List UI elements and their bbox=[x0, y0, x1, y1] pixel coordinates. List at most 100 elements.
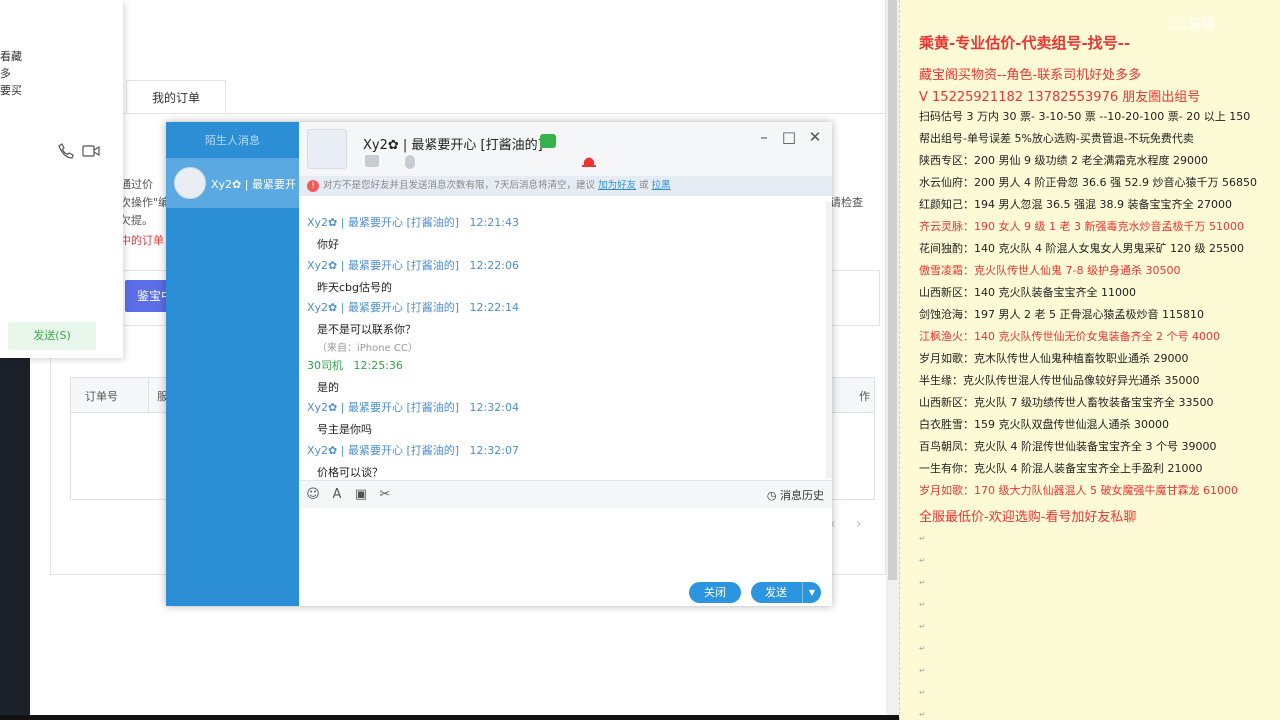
alarm-icon[interactable] bbox=[581, 153, 597, 167]
note-line: 半生缘：克火队传世混人传世仙品像较好异光通杀 35000 bbox=[919, 374, 1200, 387]
message-meta: Xy2✿ | 最紧要开心 [打酱油的] 12:22:14 bbox=[307, 299, 519, 315]
message-item: 30司机 12:25:36 是的 bbox=[307, 357, 403, 395]
note-line: 陕西专区：200 男仙 9 级功绩 2 老全满霜克水程度 29000 bbox=[919, 154, 1208, 167]
folder-icon[interactable] bbox=[365, 155, 379, 167]
paragraph-mark: ↵ bbox=[919, 600, 926, 609]
video-call-icon[interactable] bbox=[82, 144, 100, 158]
phone-icon[interactable] bbox=[58, 143, 74, 159]
paragraph-mark: ↵ bbox=[919, 666, 926, 675]
add-friend-link[interactable]: 加为好友 bbox=[598, 180, 636, 191]
pager-next[interactable]: › bbox=[856, 516, 862, 532]
note-line: 红颜知己：194 男人忽混 36.5 强混 38.9 装备宝宝齐全 27000 bbox=[919, 198, 1232, 211]
clock-icon: ◷ bbox=[766, 489, 777, 502]
message-sender: Xy2✿ | 最紧要开心 [打酱油的] bbox=[307, 401, 460, 414]
message-input[interactable] bbox=[299, 508, 832, 580]
message-sender: Xy2✿ | 最紧要开心 [打酱油的] bbox=[307, 259, 460, 272]
message-time: 12:25:36 bbox=[353, 359, 403, 372]
message-text: 价格可以谈？ bbox=[317, 466, 383, 478]
page-scrollbar-thumb[interactable] bbox=[888, 0, 897, 580]
scissors-icon[interactable]: ✂ bbox=[377, 487, 393, 503]
paragraph-mark: ↵ bbox=[919, 688, 926, 697]
note-line: 花间独酌：140 克火队 4 阶混人女鬼女人男鬼采矿 120 级 25500 bbox=[919, 242, 1244, 255]
note-line: 齐云灵脉：190 女人 9 级 1 老 3 新强毒克水炒音孟极千万 51000 bbox=[919, 220, 1244, 233]
image-icon[interactable]: ▣ bbox=[353, 487, 369, 503]
note-line: 扫码估号 3 万内 30 票- 3-10-50 票 --10-20-100 票-… bbox=[919, 110, 1251, 123]
paragraph-mark: ↵ bbox=[919, 556, 926, 565]
note-line: 剑蚀沧海：197 男人 2 老 5 正骨混心猿孟极炒音 115810 bbox=[919, 308, 1204, 321]
note-line: 岁月如歌：170 级大力队仙器混人 5 破女魔强牛魔甘霖龙 61000 bbox=[919, 484, 1238, 497]
tab-divider bbox=[50, 113, 886, 114]
contact-text-line: 要买 bbox=[0, 84, 22, 97]
message-item: Xy2✿ | 最紧要开心 [打酱油的] 12:22:14 是不是可以联系你？ （… bbox=[307, 299, 519, 354]
notice-line: 次操作"编 bbox=[120, 196, 170, 209]
notice-line: 通过价 bbox=[120, 178, 153, 191]
message-item: Xy2✿ | 最紧要开心 [打酱油的] 12:22:06 昨天cbg估号的 bbox=[307, 257, 519, 295]
message-history-button[interactable]: ◷ 消息历史 bbox=[767, 487, 824, 503]
close-window-button[interactable]: ✕ bbox=[805, 127, 825, 147]
column-separator bbox=[148, 377, 149, 413]
message-meta: Xy2✿ | 最紧要开心 [打酱油的] 12:32:04 bbox=[307, 399, 519, 415]
close-button[interactable]: 关闭 bbox=[689, 582, 741, 603]
conversation-item[interactable]: Xy2✿ | 最紧要开... bbox=[166, 158, 299, 208]
message-source: （来自：iPhone CC） bbox=[317, 343, 418, 354]
right-hint-text: 请检查 bbox=[830, 196, 863, 209]
avatar bbox=[174, 167, 206, 199]
block-link[interactable]: 拉黑 bbox=[652, 180, 671, 191]
column-header-order-id: 订单号 bbox=[85, 390, 118, 403]
note-line: 一生有你：克火队 4 阶混人装备宝宝齐全上手盈利 21000 bbox=[919, 462, 1203, 475]
message-item: Xy2✿ | 最紧要开心 [打酱油的] 12:21:43 你好 bbox=[307, 214, 519, 252]
chat-title: Xy2✿ | 最紧要开心 [打酱油的] bbox=[363, 138, 543, 153]
sidebar-title: 陌生人消息 bbox=[205, 134, 260, 147]
notice-red-text: 中的订单 bbox=[120, 234, 164, 247]
note-line: 岁月如歌：克木队传世人仙鬼种植畜牧职业通杀 29000 bbox=[919, 352, 1189, 365]
history-label: 消息历史 bbox=[780, 489, 824, 502]
message-scrollbar[interactable] bbox=[826, 202, 832, 478]
notes-panel-border bbox=[899, 0, 900, 720]
note-line: 藏宝阁买物资--角色-联系司机好处多多 bbox=[919, 68, 1142, 83]
chat-sidebar: 陌生人消息 Xy2✿ | 最紧要开... bbox=[166, 122, 299, 606]
message-text: 你好 bbox=[317, 238, 339, 251]
message-item: Xy2✿ | 最紧要开心 [打酱油的] 12:32:07 价格可以谈？ bbox=[307, 442, 519, 478]
message-meta: 30司机 12:25:36 bbox=[307, 357, 403, 373]
paragraph-mark: ↵ bbox=[919, 534, 926, 543]
font-icon[interactable]: A bbox=[329, 487, 345, 503]
message-meta: Xy2✿ | 最紧要开心 [打酱油的] 12:22:06 bbox=[307, 257, 519, 273]
stream-watermark: CC直播 bbox=[1168, 17, 1216, 33]
maximize-button[interactable]: □ bbox=[779, 127, 799, 147]
warning-or-text: 或 bbox=[639, 180, 649, 191]
chat-header: Xy2✿ | 最紧要开心 [打酱油的] – □ ✕ bbox=[299, 122, 832, 176]
chat-main: Xy2✿ | 最紧要开心 [打酱油的] – □ ✕ ! 对方不是您好友并且发送消… bbox=[299, 122, 832, 606]
message-meta: Xy2✿ | 最紧要开心 [打酱油的] 12:21:43 bbox=[307, 214, 519, 230]
avatar[interactable] bbox=[307, 129, 347, 169]
paragraph-mark: ↵ bbox=[919, 578, 926, 587]
message-sender: Xy2✿ | 最紧要开心 [打酱油的] bbox=[307, 301, 460, 314]
message-time: 12:22:14 bbox=[469, 301, 519, 314]
bottom-edge bbox=[0, 715, 899, 720]
contact-panel: 看藏 多 要买 发送(S) bbox=[0, 0, 123, 358]
chat-window: 陌生人消息 Xy2✿ | 最紧要开... Xy2✿ | 最紧要开心 [打酱油的]… bbox=[166, 122, 832, 606]
warning-icon: ! bbox=[307, 180, 319, 192]
input-toolbar: ☺ A ▣ ✂ ◷ 消息历史 bbox=[299, 480, 832, 508]
paragraph-mark: ↵ bbox=[919, 644, 926, 653]
note-line: 帮出组号-单号误差 5%放心选购-买贵管退-不玩免费代卖 bbox=[919, 132, 1194, 145]
emoji-icon[interactable]: ☺ bbox=[305, 487, 321, 503]
send-options-chevron-down-icon[interactable]: ▼ bbox=[802, 582, 821, 603]
notice-line: 欠提。 bbox=[120, 214, 153, 227]
message-sender: Xy2✿ | 最紧要开心 [打酱油的] bbox=[307, 444, 460, 457]
tab-my-orders[interactable]: 我的订单 bbox=[126, 80, 226, 114]
note-line: 江枫渔火：140 克火队传世仙无价女鬼装备齐全 2 个号 4000 bbox=[919, 330, 1220, 343]
note-line: 白衣胜雪：159 克火队双盘传世仙混人通杀 30000 bbox=[919, 418, 1169, 431]
notes-title: 乘黄-专业估价-代卖组号-找号-- bbox=[919, 34, 1131, 52]
warning-text: 对方不是您好友并且发送消息次数有限，7天后消息将清空，建议 bbox=[323, 180, 596, 191]
send-button[interactable]: 发送(S) bbox=[8, 322, 96, 350]
conversation-name: Xy2✿ | 最紧要开... bbox=[211, 178, 297, 191]
message-time: 12:32:04 bbox=[469, 401, 519, 414]
contact-text-line: 多 bbox=[0, 67, 11, 80]
column-header-action: 作 bbox=[859, 390, 870, 403]
message-time: 12:22:06 bbox=[469, 259, 519, 272]
message-text: 是不是可以联系你？ bbox=[317, 323, 416, 336]
paragraph-mark: ↵ bbox=[919, 622, 926, 631]
message-time: 12:32:07 bbox=[469, 444, 519, 457]
microphone-icon[interactable] bbox=[405, 155, 415, 169]
minimize-button[interactable]: – bbox=[754, 127, 774, 147]
